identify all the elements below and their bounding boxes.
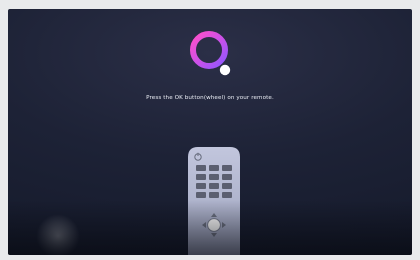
tv-setup-screen: Press the OK button(wheel) on your remot…	[8, 9, 412, 255]
remote-control-illustration	[188, 147, 240, 255]
pointer-glow	[36, 214, 80, 255]
ok-wheel-icon	[207, 218, 221, 232]
lg-logo-icon	[190, 31, 231, 76]
remote-control-icon	[188, 147, 240, 255]
instruction-text: Press the OK button(wheel) on your remot…	[146, 95, 274, 101]
